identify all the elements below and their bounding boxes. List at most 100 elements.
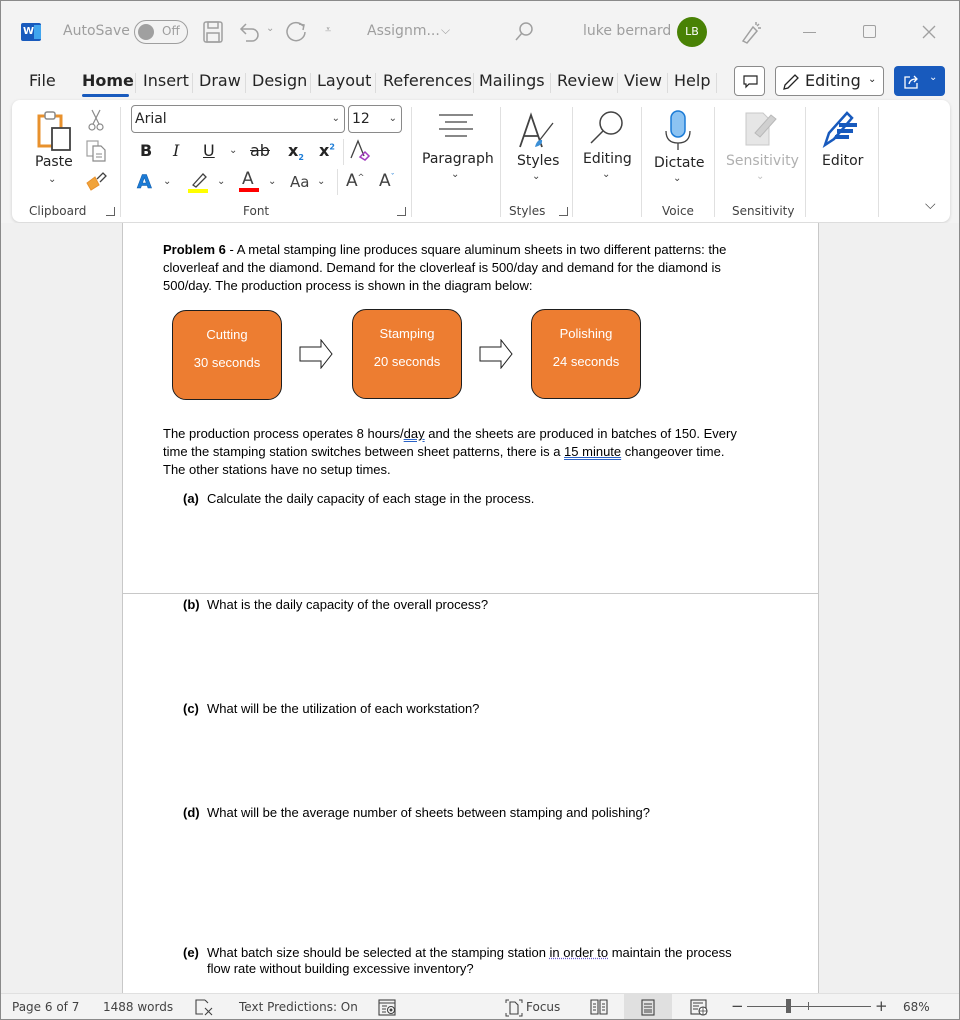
step-time: 24 seconds (552, 354, 620, 369)
tab-mailings[interactable]: Mailings (479, 71, 545, 90)
chevron-down-icon: ⌄ (929, 72, 938, 83)
word-count[interactable]: 1488 words (103, 1000, 173, 1014)
superscript-button[interactable]: x2 (319, 141, 335, 160)
strikethrough-button[interactable]: ab (250, 141, 270, 160)
page (122, 594, 819, 993)
font-size-select[interactable]: 12 ⌄ (348, 105, 402, 133)
search-icon[interactable] (513, 21, 535, 43)
italic-button[interactable]: I (173, 141, 179, 160)
zoom-percent[interactable]: 68% (903, 1000, 930, 1014)
microphone-icon (665, 110, 691, 150)
undo-dropdown-icon[interactable]: ⌄ (266, 23, 274, 34)
text-run: The production process operates 8 hours/ (163, 426, 404, 441)
tab-view[interactable]: View (624, 71, 662, 90)
tab-divider (375, 73, 376, 93)
print-layout-button[interactable] (624, 993, 672, 1019)
zoom-in-button[interactable]: + (875, 997, 888, 1015)
paragraph-button[interactable]: Paragraph ⌄ (417, 109, 495, 189)
share-button[interactable]: ⌄ (894, 66, 945, 96)
proofing-icon[interactable] (195, 999, 213, 1016)
accessibility-icon[interactable] (378, 999, 397, 1016)
editing-mode-button[interactable]: Editing ⌄ (775, 66, 884, 96)
title-dropdown-icon[interactable]: ⌵ (441, 23, 450, 38)
underline-button[interactable]: U (203, 141, 215, 160)
avatar[interactable]: LB (677, 17, 707, 47)
toggle-knob (138, 24, 154, 40)
font-color-dropdown-icon[interactable]: ⌄ (268, 176, 276, 187)
redo-icon[interactable] (285, 20, 309, 44)
font-color-button[interactable]: A (238, 169, 260, 193)
clear-formatting-icon[interactable] (348, 138, 372, 162)
grammar-flag[interactable]: 15 minute (564, 444, 621, 459)
styles-button[interactable]: Styles ⌄ (507, 109, 567, 189)
styles-group-label: Styles (509, 204, 546, 218)
designer-icon[interactable] (739, 19, 763, 45)
grammar-flag[interactable]: day (404, 426, 425, 441)
styles-launcher-icon[interactable] (559, 207, 568, 216)
ribbon-collapse-icon[interactable]: ⌵ (925, 197, 936, 213)
grow-font-button[interactable]: A^ (346, 171, 364, 191)
zoom-slider[interactable] (747, 1006, 871, 1007)
font-name-select[interactable]: Arial ⌄ (131, 105, 345, 133)
format-painter-icon[interactable] (85, 171, 107, 191)
copy-icon[interactable] (86, 140, 106, 162)
tab-insert[interactable]: Insert (143, 71, 189, 90)
zoom-slider-thumb[interactable] (786, 999, 791, 1013)
user-name[interactable]: luke bernard (583, 23, 671, 39)
read-mode-icon[interactable] (590, 999, 608, 1015)
text-effects-dropdown-icon[interactable]: ⌄ (163, 176, 171, 187)
customize-toolbar-icon[interactable]: ⩡ (325, 23, 331, 37)
focus-button[interactable]: Focus (505, 998, 565, 1018)
cut-icon[interactable] (88, 109, 104, 131)
step-time: 30 seconds (193, 355, 261, 370)
tab-help[interactable]: Help (674, 71, 710, 90)
tab-divider (716, 73, 717, 93)
tab-file[interactable]: File (29, 71, 56, 90)
highlight-color-icon[interactable] (187, 171, 211, 193)
tab-design[interactable]: Design (252, 71, 307, 90)
undo-icon[interactable] (238, 21, 262, 43)
paste-label: Paste (35, 154, 73, 170)
save-icon[interactable] (203, 21, 223, 43)
process-step-cutting[interactable]: Cutting 30 seconds (172, 310, 282, 400)
sensitivity-button[interactable]: Sensitivity ⌄ (723, 107, 799, 189)
minimize-button[interactable] (803, 32, 816, 33)
tab-review[interactable]: Review (557, 71, 614, 90)
text-effects-icon[interactable]: A (137, 171, 152, 194)
tab-home[interactable]: Home (82, 71, 134, 90)
shrink-font-button[interactable]: Aˇ (379, 171, 395, 191)
editor-button[interactable]: Editor (813, 107, 871, 187)
process-step-polishing[interactable]: Polishing 24 seconds (531, 309, 641, 399)
subscript-button[interactable]: x2 (288, 141, 304, 162)
process-step-stamping[interactable]: Stamping 20 seconds (352, 309, 462, 399)
paste-button[interactable]: Paste ⌄ (29, 108, 77, 193)
document-title[interactable]: Assignm... (367, 23, 440, 39)
paragraph-label: Paragraph (422, 151, 494, 167)
font-launcher-icon[interactable] (397, 207, 406, 216)
underline-dropdown-icon[interactable]: ⌄ (229, 145, 237, 156)
change-case-button[interactable]: Aa (290, 173, 309, 191)
dictate-button[interactable]: Dictate ⌄ (649, 107, 707, 189)
editing-mode-label: Editing (805, 71, 861, 90)
close-button[interactable] (922, 25, 936, 39)
page-indicator[interactable]: Page 6 of 7 (12, 1000, 79, 1014)
editor-label: Editor (822, 153, 864, 169)
web-layout-icon[interactable] (690, 999, 709, 1016)
text-predictions-status[interactable]: Text Predictions: On (239, 1000, 358, 1014)
tab-draw[interactable]: Draw (199, 71, 241, 90)
bold-button[interactable]: B (140, 141, 152, 160)
zoom-out-button[interactable]: − (731, 997, 744, 1015)
style-suggestion-flag[interactable]: in order to (550, 945, 609, 960)
autosave-toggle[interactable]: Off (134, 20, 188, 44)
highlight-dropdown-icon[interactable]: ⌄ (217, 176, 225, 187)
question-e: (e) What batch size should be selected at… (183, 945, 732, 977)
tab-divider (192, 73, 193, 93)
editing-button[interactable]: Editing ⌄ (579, 107, 635, 187)
comments-button[interactable] (734, 66, 765, 96)
tab-references[interactable]: References (383, 71, 472, 90)
tab-layout[interactable]: Layout (317, 71, 371, 90)
maximize-button[interactable] (863, 25, 876, 38)
change-case-dropdown-icon[interactable]: ⌄ (317, 176, 325, 187)
step-name: Polishing (559, 326, 613, 341)
clipboard-launcher-icon[interactable] (106, 207, 115, 216)
